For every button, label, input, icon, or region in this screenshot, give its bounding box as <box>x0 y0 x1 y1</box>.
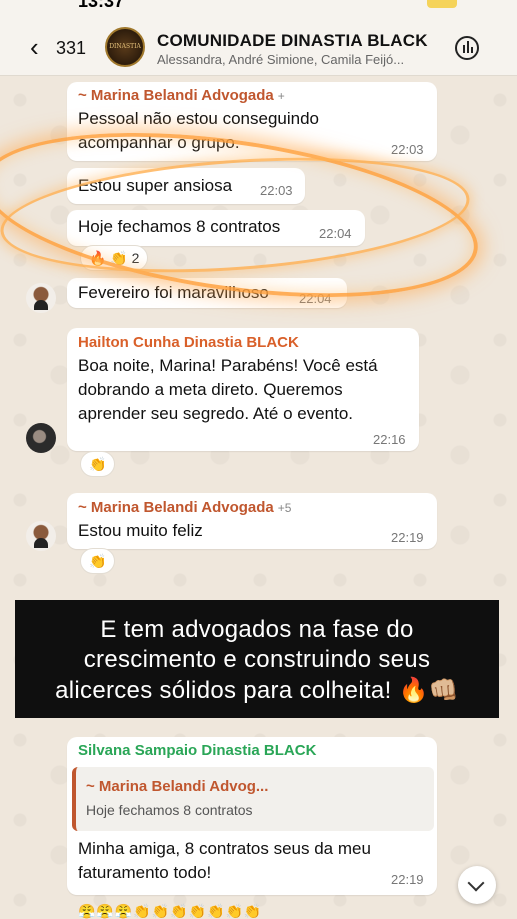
reaction-row[interactable]: 😤😤😤👏👏👏👏👏👏👏 <box>78 903 262 919</box>
message-time: 22:03 <box>391 142 424 157</box>
unread-count[interactable]: 331 <box>56 38 86 59</box>
status-bar: 13:37 <box>0 0 517 20</box>
message-text: Estou muito feliz <box>78 521 203 540</box>
message-text: Boa noite, Marina! Parabéns! Você está <box>78 356 378 375</box>
reaction-pill[interactable]: 👏 <box>80 451 116 477</box>
video-caption: E tem advogados na fase do crescimento e… <box>15 600 499 718</box>
avatar[interactable] <box>26 423 56 453</box>
message-sender[interactable]: ~ Marina Belandi Advogada +5 <box>78 499 291 516</box>
message-bubble[interactable]: ~ Marina Belandi Advogada +5 Estou muito … <box>67 493 437 549</box>
message-text: dobrando a meta direto. Queremos <box>78 380 343 399</box>
message-bubble[interactable]: Hailton Cunha Dinastia BLACK Boa noite, … <box>67 328 419 451</box>
scroll-down-button[interactable] <box>458 866 496 904</box>
group-title[interactable]: COMUNIDADE DINASTIA BLACK <box>157 31 428 51</box>
message-time: 22:19 <box>391 530 424 545</box>
reaction-pill[interactable]: 👏 <box>80 548 116 574</box>
avatar[interactable] <box>26 283 56 313</box>
quoted-sender: ~ Marina Belandi Advog... <box>86 778 269 795</box>
caption-line: E tem advogados na fase do <box>100 616 414 643</box>
back-chevron-icon[interactable]: ‹ <box>30 34 39 60</box>
message-sender[interactable]: ~ Marina Belandi Advogada + <box>78 87 285 104</box>
battery-icon <box>427 0 457 8</box>
message-text: aprender seu segredo. Até o evento. <box>78 404 354 423</box>
caption-line: alicerces sólidos para colheita! 🔥👊🏼 <box>55 677 459 704</box>
group-members[interactable]: Alessandra, André Simione, Camila Feijó.… <box>157 52 404 67</box>
message-text: Pessoal não estou conseguindo <box>78 109 320 128</box>
chat-header: ‹ 331 DINASTIA COMUNIDADE DINASTIA BLACK… <box>0 20 517 76</box>
message-text: Minha amiga, 8 contratos seus da meu <box>78 839 371 858</box>
quoted-message[interactable]: ~ Marina Belandi Advog... Hoje fechamos … <box>72 767 434 831</box>
group-avatar[interactable]: DINASTIA <box>105 27 145 67</box>
voice-call-icon[interactable] <box>455 36 479 60</box>
group-avatar-text: DINASTIA <box>109 43 141 50</box>
message-time: 22:19 <box>391 872 424 887</box>
caption-line: crescimento e construindo seus <box>83 646 431 673</box>
avatar[interactable] <box>26 521 56 551</box>
message-sender[interactable]: Hailton Cunha Dinastia BLACK <box>78 334 299 351</box>
quoted-text: Hoje fechamos 8 contratos <box>86 802 253 818</box>
message-sender[interactable]: Silvana Sampaio Dinastia BLACK <box>78 742 316 759</box>
message-time: 22:16 <box>373 432 406 447</box>
status-time: 13:37 <box>78 0 125 11</box>
chevron-down-icon <box>467 874 485 892</box>
message-text: faturamento todo! <box>78 863 212 882</box>
